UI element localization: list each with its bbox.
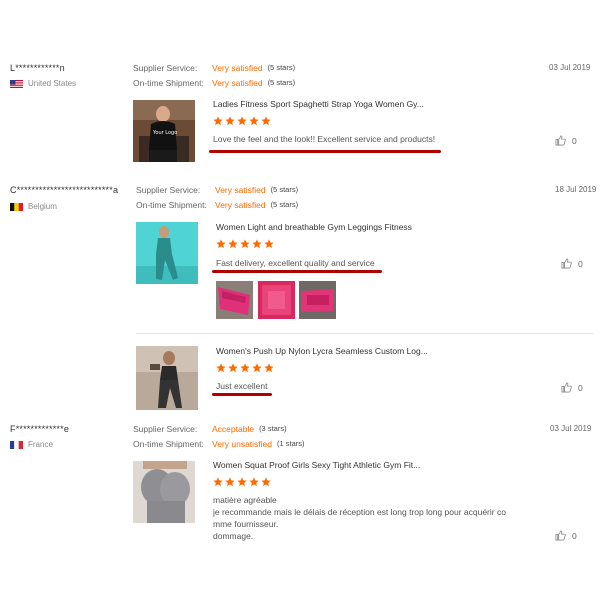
star-icon xyxy=(264,239,274,249)
product-title[interactable]: Women Squat Proof Girls Sexy Tight Athle… xyxy=(213,460,420,470)
supplier-service-label: Supplier Service: xyxy=(136,185,201,195)
annotation-underline xyxy=(209,150,441,153)
review-line: dommage. xyxy=(213,531,254,541)
buyer-country: Belgium xyxy=(10,202,57,211)
thumb-caption: Your Logo xyxy=(152,130,177,136)
shipment-value: Very unsatisfied xyxy=(212,439,273,449)
like-count: 0 xyxy=(578,258,583,269)
buyer-name: F*************e xyxy=(10,424,70,434)
product-thumbnail[interactable] xyxy=(136,222,198,284)
like-count: 0 xyxy=(578,382,583,393)
like-count: 0 xyxy=(572,530,577,541)
shipment-row: On-time Shipment: Very satisfied (5 star… xyxy=(136,200,298,210)
like-button[interactable]: 0 xyxy=(555,135,577,146)
like-button[interactable]: 0 xyxy=(555,530,577,541)
review-line: matière agréable xyxy=(213,495,277,505)
supplier-service-row: Supplier Service: Acceptable (3 stars) xyxy=(133,424,287,434)
supplier-service-stars: (3 stars) xyxy=(259,424,287,433)
shipment-stars: (5 stars) xyxy=(270,200,299,209)
shipment-stars: (5 stars) xyxy=(267,78,296,87)
item-divider xyxy=(136,333,594,334)
supplier-service-value: Very satisfied xyxy=(215,185,266,195)
annotation-underline xyxy=(212,393,272,396)
like-button[interactable]: 0 xyxy=(561,258,583,269)
product-title[interactable]: Ladies Fitness Sport Spaghetti Strap Yog… xyxy=(213,99,424,109)
star-icon xyxy=(249,116,259,126)
supplier-service-label: Supplier Service: xyxy=(133,63,198,73)
france-flag-icon xyxy=(10,440,23,449)
supplier-service-stars: (5 stars) xyxy=(270,185,299,194)
us-flag-icon xyxy=(10,79,23,88)
shipment-row: On-time Shipment: Very satisfied (5 star… xyxy=(133,78,295,88)
star-icon xyxy=(228,363,238,373)
thumbs-up-icon xyxy=(561,258,572,269)
supplier-service-value: Acceptable xyxy=(212,424,255,434)
review-text: matière agréable je recommande mais le d… xyxy=(213,494,506,542)
supplier-service-stars: (5 stars) xyxy=(267,63,296,72)
review-photo-3[interactable] xyxy=(299,281,336,319)
review-text: Just excellent xyxy=(216,381,268,391)
thumbs-up-icon xyxy=(555,135,566,146)
review-date: 03 Jul 2019 xyxy=(549,63,591,72)
supplier-service-value: Very satisfied xyxy=(212,63,263,73)
review-date: 18 Jul 2019 xyxy=(555,185,597,194)
thumbs-up-icon xyxy=(555,530,566,541)
review-photo-2[interactable] xyxy=(258,281,295,319)
star-icon xyxy=(216,363,226,373)
shipment-label: On-time Shipment: xyxy=(136,200,207,210)
product-thumbnail[interactable]: Your Logo xyxy=(133,100,195,162)
review-text: Fast delivery, excellent quality and ser… xyxy=(216,258,375,268)
country-label: United States xyxy=(28,79,77,88)
star-icon xyxy=(249,477,259,487)
belgium-flag-icon xyxy=(10,202,23,211)
review-text: Love the feel and the look!! Excellent s… xyxy=(213,134,436,144)
shipment-label: On-time Shipment: xyxy=(133,439,204,449)
star-rating xyxy=(213,477,271,487)
star-icon xyxy=(240,239,250,249)
star-rating xyxy=(216,239,274,249)
star-icon xyxy=(213,477,223,487)
supplier-service-row: Supplier Service: Very satisfied (5 star… xyxy=(133,63,295,73)
buyer-country: France xyxy=(10,440,53,449)
product-thumbnail[interactable] xyxy=(136,346,198,410)
country-label: Belgium xyxy=(28,202,57,211)
star-rating xyxy=(213,116,271,126)
review-date: 03 Jul 2019 xyxy=(550,424,592,433)
shipment-row: On-time Shipment: Very unsatisfied (1 st… xyxy=(133,439,305,449)
star-icon xyxy=(225,477,235,487)
star-icon xyxy=(252,239,262,249)
star-icon xyxy=(240,363,250,373)
like-count: 0 xyxy=(572,135,577,146)
shipment-value: Very satisfied xyxy=(212,78,263,88)
star-icon xyxy=(252,363,262,373)
star-icon xyxy=(261,477,271,487)
shipment-value: Very satisfied xyxy=(215,200,266,210)
product-title[interactable]: Women's Push Up Nylon Lycra Seamless Cus… xyxy=(216,346,428,356)
star-icon xyxy=(225,116,235,126)
country-label: France xyxy=(28,440,53,449)
star-icon xyxy=(237,477,247,487)
star-icon xyxy=(216,239,226,249)
review-line: mme fournisseur. xyxy=(213,519,279,529)
buyer-name: C**************************a xyxy=(10,185,119,195)
thumbs-up-icon xyxy=(561,382,572,393)
star-icon xyxy=(237,116,247,126)
supplier-service-row: Supplier Service: Very satisfied (5 star… xyxy=(136,185,298,195)
review-line: je recommande mais le délais de réceptio… xyxy=(213,507,506,517)
star-icon xyxy=(228,239,238,249)
star-icon xyxy=(213,116,223,126)
star-icon xyxy=(264,363,274,373)
star-rating xyxy=(216,363,274,373)
like-button[interactable]: 0 xyxy=(561,382,583,393)
buyer-country: United States xyxy=(10,79,76,88)
supplier-service-label: Supplier Service: xyxy=(133,424,198,434)
review-photo-1[interactable] xyxy=(216,281,253,319)
shipment-label: On-time Shipment: xyxy=(133,78,204,88)
product-thumbnail[interactable] xyxy=(133,461,195,523)
product-title[interactable]: Women Light and breathable Gym Leggings … xyxy=(216,222,412,232)
star-icon xyxy=(261,116,271,126)
annotation-underline xyxy=(212,270,382,273)
shipment-stars: (1 stars) xyxy=(277,439,305,448)
buyer-name: L************n xyxy=(10,63,65,73)
